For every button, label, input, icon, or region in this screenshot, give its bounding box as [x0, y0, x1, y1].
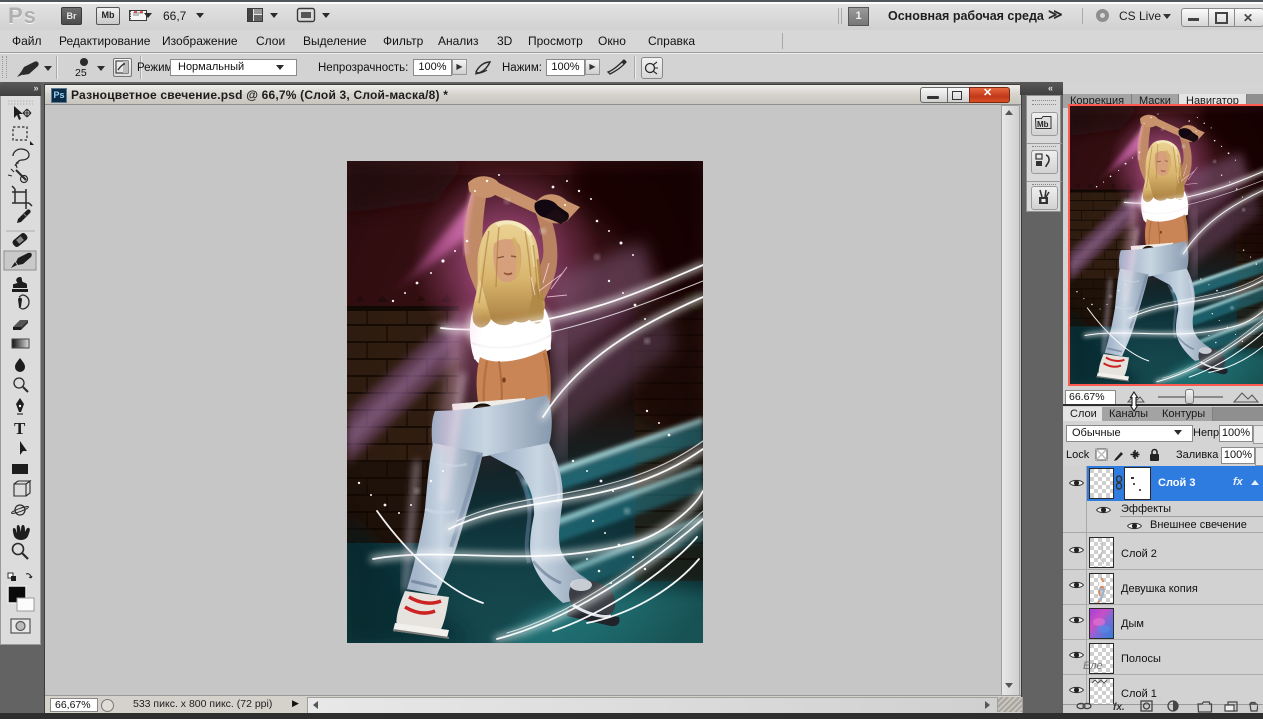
svg-text:Mb: Mb	[1037, 120, 1049, 129]
svg-text:T: T	[14, 419, 26, 438]
svg-text:fx.: fx.	[1113, 702, 1125, 713]
